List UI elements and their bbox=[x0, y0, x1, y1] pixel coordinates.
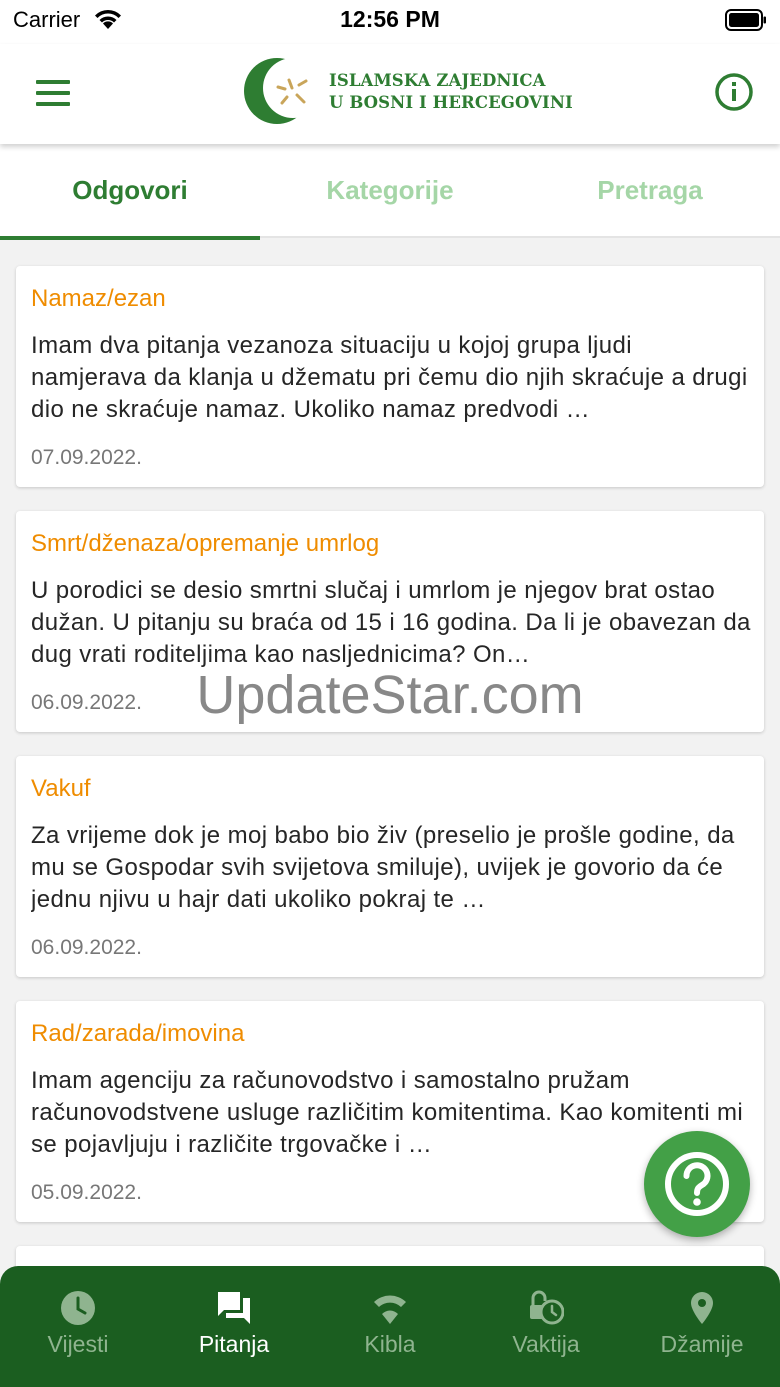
card-date: 05.09.2022. bbox=[31, 1181, 142, 1204]
card-category: Smrt/dženaza/opremanje umrlog bbox=[31, 530, 380, 557]
ask-question-button[interactable] bbox=[644, 1131, 750, 1237]
nav-item-pitanja[interactable]: Pitanja bbox=[156, 1266, 312, 1387]
tab-kategorije[interactable]: Kategorije bbox=[260, 144, 520, 238]
info-circle-icon[interactable] bbox=[714, 72, 754, 112]
card-category: Namaz/ezan bbox=[31, 285, 166, 312]
card-question-text: U porodici se desio smrtni slučaj i umrl… bbox=[31, 577, 751, 668]
tab-pretraga[interactable]: Pretraga bbox=[520, 144, 780, 238]
tab-odgovori[interactable]: Odgovori bbox=[0, 144, 260, 240]
clock-time: 12:56 PM bbox=[340, 6, 440, 32]
compass-wifi-icon bbox=[374, 1295, 406, 1324]
card-date: 06.09.2022. bbox=[31, 691, 142, 714]
card-question-text: Imam agenciju za računovodstvo i samosta… bbox=[31, 1067, 744, 1158]
nav-label: Vijesti bbox=[47, 1331, 109, 1357]
nav-item-kibla[interactable]: Kibla bbox=[312, 1266, 468, 1387]
card-question-text: Za vrijeme dok je moj babo bio živ (pres… bbox=[31, 822, 735, 913]
location-pin-icon bbox=[691, 1292, 713, 1324]
nav-label: Vaktija bbox=[512, 1331, 580, 1357]
answer-card[interactable]: Vakuf Za vrijeme dok je moj babo bio živ… bbox=[16, 756, 764, 977]
nav-item-dzamije[interactable]: Džamije bbox=[624, 1266, 780, 1387]
logo-title-line2: U BOSNI I HERCEGOVINI bbox=[329, 93, 573, 112]
nav-item-vijesti[interactable]: Vijesti bbox=[0, 1266, 156, 1387]
card-category: Vakuf bbox=[31, 775, 91, 802]
nav-item-vaktija[interactable]: Vaktija bbox=[468, 1266, 624, 1387]
hamburger-menu-icon[interactable] bbox=[36, 80, 70, 106]
timer-lock-icon bbox=[530, 1290, 564, 1325]
nav-label: Kibla bbox=[364, 1331, 416, 1357]
tab-active-indicator bbox=[0, 236, 260, 240]
bottom-navigation: Vijesti Pitanja Kibla Vaktija Džamije bbox=[0, 1266, 780, 1387]
tab-label: Pretraga bbox=[597, 175, 703, 205]
answer-card[interactable]: Smrt/dženaza/opremanje umrlog U porodici… bbox=[16, 511, 764, 732]
tab-label: Kategorije bbox=[326, 175, 454, 205]
question-mark-icon bbox=[665, 1152, 729, 1216]
logo-title-line1: ISLAMSKA ZAJEDNICA bbox=[329, 71, 546, 90]
tab-bar: Odgovori Kategorije Pretraga bbox=[0, 144, 780, 240]
app-header: ISLAMSKA ZAJEDNICA U BOSNI I HERCEGOVINI bbox=[0, 44, 780, 144]
tab-label: Odgovori bbox=[72, 175, 188, 205]
islamska-zajednica-logo: ISLAMSKA ZAJEDNICA U BOSNI I HERCEGOVINI bbox=[241, 57, 573, 127]
chat-bubbles-icon bbox=[218, 1292, 250, 1324]
nav-label: Pitanja bbox=[198, 1331, 270, 1357]
clock-icon bbox=[61, 1291, 95, 1325]
card-question-text: Imam dva pitanja vezanoza situaciju u ko… bbox=[31, 332, 748, 423]
answer-card[interactable]: Namaz/ezan Imam dva pitanja vezanoza sit… bbox=[16, 266, 764, 487]
nav-label: Džamije bbox=[660, 1331, 744, 1357]
battery-icon bbox=[725, 9, 766, 31]
status-bar: Carrier 12:56 PM bbox=[0, 0, 780, 44]
card-date: 07.09.2022. bbox=[31, 446, 142, 469]
crescent-logo-icon bbox=[244, 58, 321, 124]
card-category: Rad/zarada/imovina bbox=[31, 1020, 245, 1047]
card-date: 06.09.2022. bbox=[31, 936, 142, 959]
